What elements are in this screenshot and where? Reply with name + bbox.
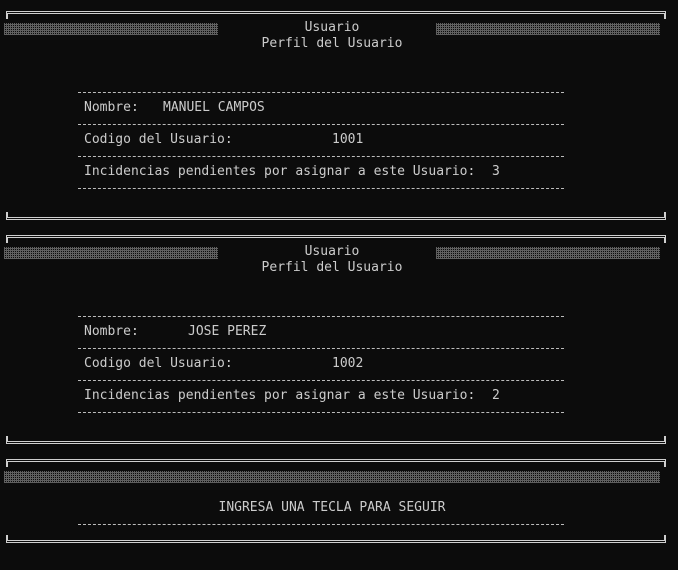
name-label: Nombre: [84,324,139,339]
profile-heading: Usuario [304,244,360,259]
divider [78,380,564,381]
shade-bar-full [4,471,660,483]
frame-top-border [6,235,666,243]
name-value: MANUEL CAMPOS [163,100,265,115]
frame-bottom-border [6,535,666,543]
divider [78,188,564,189]
pending-label: Incidencias pendientes por asignar a est… [84,388,476,403]
divider [78,316,564,317]
name-label: Nombre: [84,100,139,115]
code-label: Codigo del Usuario: [84,132,233,147]
frame-top-border [6,11,666,19]
code-value: 1002 [332,356,364,371]
continue-prompt-text: INGRESA UNA TECLA PARA SEGUIR [218,500,446,515]
divider [78,92,564,93]
code-label: Codigo del Usuario: [84,356,233,371]
divider [78,124,564,125]
profile-subheading: Perfil del Usuario [261,260,403,275]
frame-top-border [6,459,666,467]
name-value: JOSE PEREZ [188,324,267,339]
pending-value: 2 [492,388,500,403]
divider [78,524,564,525]
pending-value: 3 [492,164,500,179]
divider [78,348,564,349]
profile-heading: Usuario [304,20,360,35]
frame-bottom-border [6,436,666,444]
divider [78,412,564,413]
code-value: 1001 [332,132,364,147]
divider [78,156,564,157]
pending-label: Incidencias pendientes por asignar a est… [84,164,476,179]
profile-subheading: Perfil del Usuario [261,36,403,51]
frame-bottom-border [6,212,666,220]
